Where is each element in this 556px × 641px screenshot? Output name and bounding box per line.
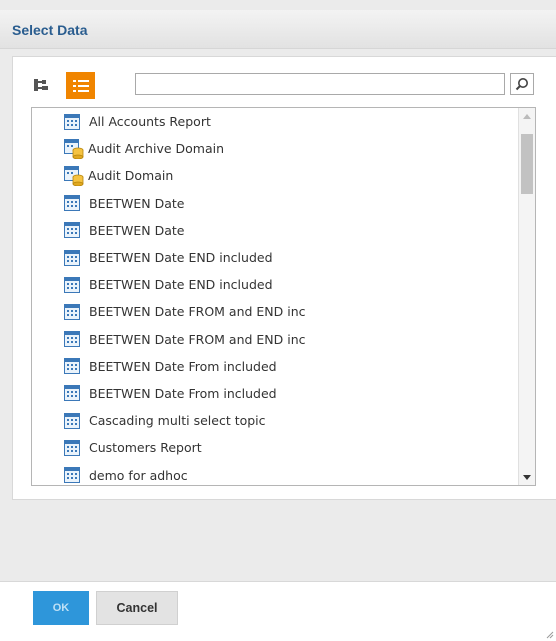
- list-item-label: Customers Report: [89, 440, 202, 456]
- report-icon: [64, 249, 80, 266]
- list-item[interactable]: BEETWEN Date: [32, 217, 517, 244]
- domain-icon: [64, 165, 84, 186]
- dialog-content: All Accounts Report Audit Archive Domain A…: [12, 56, 556, 500]
- dialog-footer: OK Cancel: [0, 581, 556, 641]
- scroll-down-arrow-icon[interactable]: [519, 469, 535, 485]
- scroll-up-arrow-icon[interactable]: [519, 108, 535, 124]
- list-item-label: All Accounts Report: [89, 114, 211, 130]
- cancel-button[interactable]: Cancel: [96, 591, 178, 625]
- dialog-title: Select Data: [12, 22, 88, 38]
- list-item[interactable]: BEETWEN Date FROM and END inc: [32, 298, 517, 325]
- list-item[interactable]: All Accounts Report: [32, 108, 517, 135]
- select-data-dialog: Select Data All Accounts Report Audit Ar…: [0, 0, 556, 641]
- dialog-titlebar[interactable]: Select Data: [0, 10, 556, 49]
- report-icon: [64, 439, 80, 456]
- report-icon: [64, 412, 80, 429]
- search-icon: [515, 78, 528, 91]
- report-icon: [64, 358, 80, 375]
- list-item-label: BEETWEN Date: [89, 222, 185, 238]
- report-icon: [64, 303, 80, 320]
- list-scrollbar[interactable]: [518, 108, 535, 485]
- tree-view-button[interactable]: [28, 72, 54, 98]
- list-view-icon: [72, 79, 89, 92]
- list-item[interactable]: BEETWEN Date FROM and END inc: [32, 326, 517, 353]
- report-icon: [64, 467, 80, 484]
- list-item[interactable]: Cascading multi select topic: [32, 407, 517, 434]
- list-item-label: BEETWEN Date END included: [89, 277, 273, 293]
- list-item-label: BEETWEN Date FROM and END inc: [89, 331, 306, 347]
- report-icon: [64, 331, 80, 348]
- list-item[interactable]: BEETWEN Date END included: [32, 244, 517, 271]
- report-icon: [64, 222, 80, 239]
- report-icon: [64, 113, 80, 130]
- list-item-label: BEETWEN Date: [89, 195, 185, 211]
- report-icon: [64, 385, 80, 402]
- list-item-label: Audit Archive Domain: [88, 141, 225, 157]
- domain-icon: [64, 138, 84, 159]
- list-item[interactable]: Audit Domain: [32, 162, 517, 189]
- ok-button[interactable]: OK: [33, 591, 89, 625]
- tree-view-icon: [34, 79, 48, 91]
- list-item[interactable]: BEETWEN Date From included: [32, 353, 517, 380]
- list-view-button[interactable]: [66, 72, 95, 99]
- list-item-label: Audit Domain: [88, 168, 174, 184]
- list-item-label: BEETWEN Date From included: [89, 358, 277, 374]
- list-item[interactable]: BEETWEN Date From included: [32, 380, 517, 407]
- scrollbar-thumb[interactable]: [521, 134, 533, 194]
- list-item[interactable]: Audit Archive Domain: [32, 135, 517, 162]
- list-item[interactable]: BEETWEN Date: [32, 190, 517, 217]
- list-item[interactable]: Customers Report: [32, 434, 517, 461]
- search-button[interactable]: [510, 73, 534, 95]
- search-input[interactable]: [135, 73, 505, 95]
- report-icon: [64, 195, 80, 212]
- resize-grip-icon[interactable]: [544, 629, 554, 639]
- report-icon: [64, 276, 80, 293]
- list-item-label: Cascading multi select topic: [89, 413, 266, 429]
- list-item[interactable]: BEETWEN Date END included: [32, 271, 517, 298]
- list-item-label: BEETWEN Date From included: [89, 385, 277, 401]
- list-item[interactable]: demo for adhoc: [32, 461, 517, 485]
- list-item-label: demo for adhoc: [89, 467, 188, 483]
- data-list[interactable]: All Accounts Report Audit Archive Domain A…: [31, 107, 536, 486]
- list-item-label: BEETWEN Date END included: [89, 250, 273, 266]
- list-item-label: BEETWEN Date FROM and END inc: [89, 304, 306, 320]
